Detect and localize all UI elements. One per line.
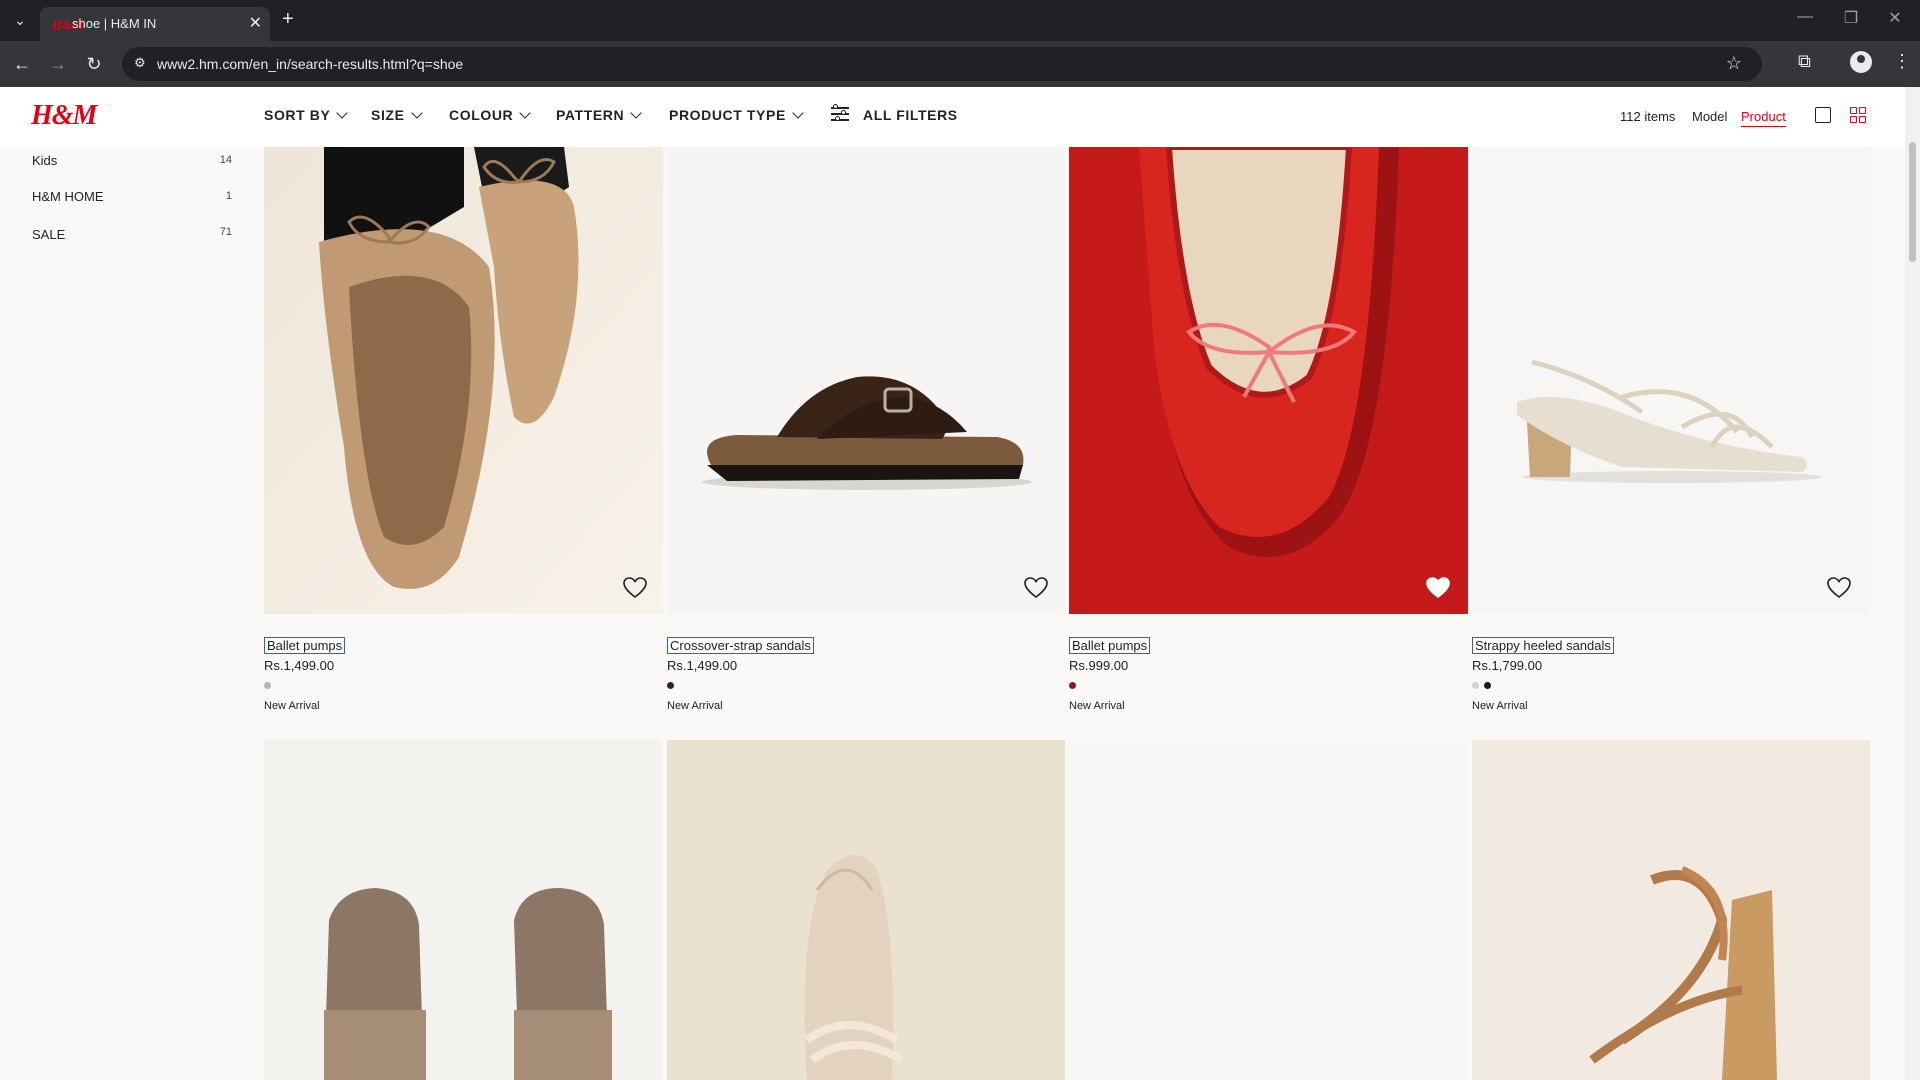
product-price: Rs.1,499.00 (264, 658, 335, 673)
sidebar-item-sale[interactable]: SALE (32, 227, 65, 242)
product-price: Rs.1,799.00 (1472, 658, 1543, 673)
forward-icon[interactable]: → (46, 52, 70, 76)
chevron-down-icon (630, 107, 642, 119)
product-image[interactable] (667, 740, 1065, 1080)
new-tab-button[interactable]: + (282, 8, 294, 31)
product-image[interactable] (1472, 147, 1870, 614)
product-name[interactable]: Strappy heeled sandals (1472, 637, 1614, 654)
product-image[interactable] (264, 147, 663, 614)
size-filter[interactable]: SIZE (371, 107, 423, 123)
new-arrival-badge: New Arrival (667, 700, 723, 712)
address-bar[interactable]: ⚙ www2.hm.com/en_in/search-results.html?… (122, 47, 1762, 81)
favourite-heart-icon[interactable] (1023, 576, 1049, 600)
sidebar-count-sale: 71 (219, 226, 232, 238)
product-image[interactable] (1472, 740, 1870, 1080)
view-product-toggle[interactable]: Product (1741, 109, 1786, 127)
extensions-icon[interactable]: ⧉ (1798, 51, 1811, 72)
ballet-pumps-red-photo (1069, 147, 1468, 614)
colour-swatch[interactable] (667, 682, 674, 689)
filters-sliders-icon[interactable] (831, 104, 849, 122)
ballet-pumps-nude-photo (264, 147, 663, 614)
favourite-heart-icon[interactable] (1425, 576, 1451, 600)
browser-tab-active[interactable]: H&M shoe | H&M IN ✕ (40, 7, 270, 41)
product-price: Rs.999.00 (1069, 658, 1129, 673)
colour-swatch[interactable] (1472, 682, 1479, 689)
slides-taupe-photo (264, 740, 663, 1080)
view-model-toggle[interactable]: Model (1692, 109, 1727, 124)
tab-title: shoe | H&M IN (72, 16, 157, 31)
new-arrival-badge: New Arrival (264, 700, 320, 712)
product-image[interactable] (1069, 740, 1468, 1080)
sort-by-filter[interactable]: SORT BY (264, 107, 349, 123)
restore-icon[interactable]: ❐ (1836, 8, 1866, 28)
braided-mules-photo (667, 740, 1065, 1080)
chevron-down-icon (336, 107, 349, 119)
minimize-icon[interactable]: — (1790, 8, 1820, 26)
colour-swatch[interactable] (264, 682, 271, 689)
profile-avatar-icon[interactable] (1850, 51, 1872, 73)
tab-close-icon[interactable]: ✕ (249, 13, 262, 33)
product-type-filter[interactable]: PRODUCT TYPE (669, 107, 804, 123)
back-icon[interactable]: ← (10, 52, 34, 76)
reload-icon[interactable]: ↻ (82, 52, 106, 76)
sidebar-count-hm-home: 1 (225, 190, 232, 202)
strappy-heeled-sandals-photo (1472, 147, 1870, 614)
colour-filter[interactable]: COLOUR (449, 107, 531, 123)
window-close-icon[interactable]: ✕ (1880, 8, 1910, 28)
page-scrollbar[interactable] (1905, 87, 1920, 1080)
colour-swatch[interactable] (1069, 682, 1076, 689)
colour-swatch[interactable] (1484, 682, 1491, 689)
product-name[interactable]: Ballet pumps (264, 637, 346, 654)
product-image[interactable] (1069, 147, 1468, 614)
product-name[interactable]: Ballet pumps (1069, 637, 1151, 654)
all-filters-button[interactable]: ALL FILTERS (863, 107, 958, 123)
product-price: Rs.1,499.00 (667, 658, 738, 673)
site-info-icon[interactable]: ⚙ (134, 55, 146, 71)
crossover-sandals-photo (667, 147, 1065, 614)
product-image[interactable] (667, 147, 1065, 614)
chevron-down-icon (792, 107, 804, 119)
sidebar-item-kids[interactable]: Kids (32, 153, 57, 168)
sidebar-count-kids: 14 (219, 154, 232, 166)
hm-logo[interactable]: H&M (31, 100, 97, 132)
product-photo-loading (1069, 740, 1468, 1080)
sidebar-item-hm-home[interactable]: H&M HOME (32, 189, 104, 204)
chevron-down-icon (519, 107, 531, 119)
browser-toolbar: ← → ↻ ⚙ www2.hm.com/en_in/search-results… (0, 41, 1920, 87)
new-arrival-badge: New Arrival (1472, 700, 1528, 712)
site-header: H&M SORT BY SIZE COLOUR PATTERN PRODUCT … (0, 87, 1905, 147)
single-view-icon[interactable] (1815, 107, 1831, 123)
bookmark-star-icon[interactable]: ☆ (1726, 53, 1742, 74)
menu-kebab-icon[interactable]: ⋮ (1893, 51, 1911, 72)
new-arrival-badge: New Arrival (1069, 700, 1125, 712)
product-name[interactable]: Crossover-strap sandals (667, 637, 814, 654)
favourite-heart-icon[interactable] (1826, 576, 1852, 600)
browser-tab-bar: ⌄ H&M shoe | H&M IN ✕ + — ❐ ✕ (0, 0, 1920, 41)
pattern-filter[interactable]: PATTERN (556, 107, 642, 123)
favourite-heart-icon[interactable] (622, 576, 648, 600)
items-count: 112 items (1620, 109, 1676, 124)
tab-search-button[interactable]: ⌄ (8, 8, 32, 32)
chevron-down-icon (410, 107, 423, 119)
url-text[interactable]: www2.hm.com/en_in/search-results.html?q=… (157, 56, 463, 72)
scrollbar-thumb[interactable] (1909, 142, 1916, 262)
grid-view-icon[interactable] (1850, 107, 1867, 124)
product-image[interactable] (264, 740, 663, 1080)
strappy-sandals-tan-photo (1472, 740, 1870, 1080)
